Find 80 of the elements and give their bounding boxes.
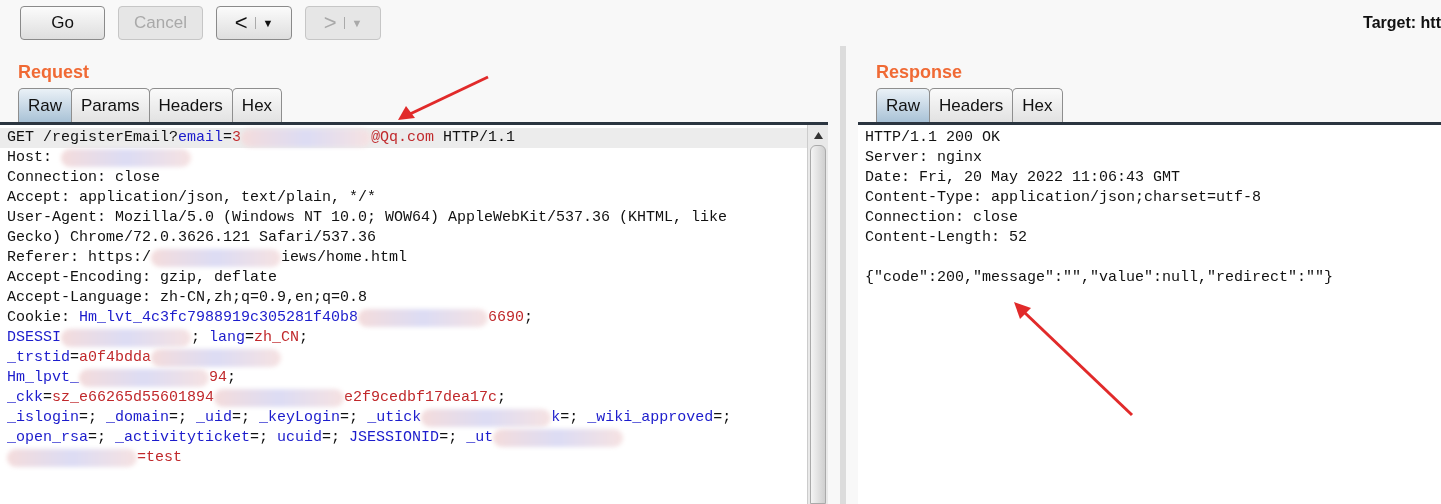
code-text: =; [88,428,108,448]
code-text: JSESSIONID [349,428,440,448]
code-text: Hm_lvt_4c3fc7988919c305281f40b8 [79,308,359,328]
code-text: 94 [209,368,228,388]
code-text: HTTP/1.1 200 OK [865,128,1001,148]
scrollbar[interactable] [807,125,828,504]
code-text: ucuid [277,428,323,448]
code-text: =; [560,408,580,428]
code-text: =; [169,408,189,428]
code-text: = [245,328,255,348]
code-text: _utick [367,408,422,428]
code-text: = [70,348,80,368]
code-text: ; [299,328,309,348]
up-arrow-icon[interactable] [813,131,823,139]
tab[interactable]: Params [71,88,150,122]
code-text: =; [232,408,252,428]
code-text: ; [524,308,534,328]
code-text: lang [209,328,246,348]
code-text: =; [340,408,360,428]
code-text: = [223,128,233,148]
code-text: =; [439,428,459,448]
code-text: sz_e66265d55601894 [52,388,215,408]
code-text: Connection: close [7,168,161,188]
response-title: Response [875,61,964,82]
code-text: _wiki_approved [587,408,714,428]
code-text: iews/home.html [281,248,408,268]
code-text: Referer: https:/ [7,248,152,268]
code-text: ; [227,368,237,388]
code-text: User-Agent: Mozilla/5.0 (Windows NT 10.0; WOW64) AppleWebKit/537.36 (KHTML, like [7,208,728,228]
code-text: =test [137,448,182,468]
code-text: =; [322,428,342,448]
code-text: _uid [196,408,233,428]
tab[interactable]: Headers [148,88,233,122]
code-text: Connection: close [865,208,1019,228]
code-text: _ckk [7,388,43,408]
code-text: =; [250,428,270,448]
code-text: _islogin [7,408,79,428]
code-text: _ut [466,428,494,448]
tab[interactable]: Headers [929,88,1014,122]
code-text: Gecko) Chrome/72.0.3626.121 Safari/537.36 [7,228,377,248]
code-text: _activityticket [115,428,251,448]
code-text: = [43,388,53,408]
code-text: DSESSI [7,328,61,348]
tab[interactable]: Raw [876,88,930,122]
code-text: Accept-Language: zh-CN,zh;q=0.9,en;q=0.8 [7,288,368,308]
code-text: =; [713,408,732,428]
code-text: HTTP/1.1 [442,128,516,148]
target-label: Target: htt [1363,14,1441,32]
code-text: ; [191,328,202,348]
code-text: 6690 [488,308,525,328]
code-text: GET /registerEmail? [7,128,179,148]
tab[interactable]: Hex [231,88,283,122]
code-text: k [551,408,561,428]
code-text: ; [497,388,507,408]
tab[interactable]: Raw [18,88,72,122]
code-text: Host: [7,148,53,168]
code-text: Hm_lpvt_ [7,368,79,388]
go-button[interactable]: Go [20,6,105,40]
code-text: zh_CN [254,328,300,348]
code-text: Date: Fri, 20 May 2022 11:06:43 GMT [865,168,1181,188]
code-text: =; [79,408,99,428]
code-text: _open_rsa [7,428,88,448]
code-text: _trstid [7,348,70,368]
code-text: _domain [106,408,170,428]
code-text: Cookie: [7,308,71,328]
code-text: e2f9cedbf17dea17c [344,388,498,408]
code-text: email [178,128,224,148]
code-text: a0f4bdda [79,348,152,368]
request-title: Request [17,61,90,82]
back-button[interactable]: < ▼ [216,6,292,40]
code-text: 3 [232,128,242,148]
tab[interactable]: Hex [1012,88,1063,122]
code-text: Content-Type: application/json;charset=utf-8 [865,188,1262,208]
code-text: _keyLogin [259,408,341,428]
code-text: Content-Length: 52 [865,228,1028,248]
code-text: Accept: application/json, text/plain, */* [7,188,377,208]
code-text: @Qq.com [371,128,435,148]
code-text: {"code":200,"message":"","value":null,"redirect":""} [865,268,1334,288]
code-text: Server: nginx [865,148,983,168]
code-text: Accept-Encoding: gzip, deflate [7,268,278,288]
